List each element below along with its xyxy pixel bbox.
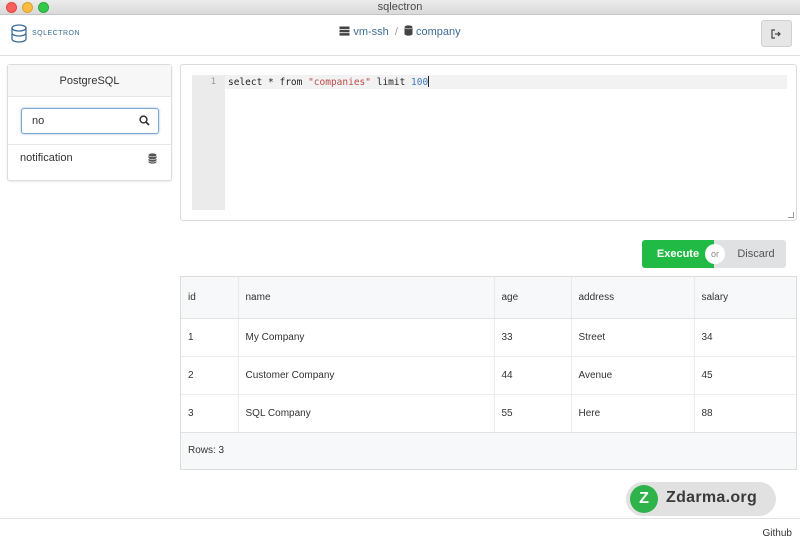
disconnect-button[interactable]: [761, 20, 792, 47]
table-cell: 34: [694, 318, 796, 357]
table-row[interactable]: 3 SQL Company 55 Here 88: [181, 394, 796, 433]
table-cell: 2: [181, 356, 239, 395]
sidebar-title: PostgreSQL: [8, 65, 171, 97]
breadcrumb-separator: /: [394, 26, 398, 38]
breadcrumb-server[interactable]: vm-ssh: [339, 26, 392, 38]
breadcrumb-database-label: company: [416, 26, 461, 38]
table-cell: Avenue: [571, 356, 695, 395]
table-cell: My Company: [238, 318, 495, 357]
github-link[interactable]: Github: [763, 528, 792, 539]
table-cell: 45: [694, 356, 796, 395]
sidebar-item-notification[interactable]: notification: [20, 152, 159, 168]
watermark: Z Zdarma.org: [626, 482, 776, 516]
query-actions: Execute or Discard: [642, 240, 786, 268]
table-cell: 88: [694, 394, 796, 433]
or-separator: or: [705, 244, 725, 264]
database-icon: [148, 153, 157, 164]
window-titlebar: sqlectron: [0, 0, 800, 15]
table-cell: 1: [181, 318, 239, 357]
table-cell: 3: [181, 394, 239, 433]
results-table: id name age address salary 1 My Company …: [180, 276, 797, 470]
search-input[interactable]: [22, 109, 132, 133]
table-cell: SQL Company: [238, 394, 495, 433]
query-keyword: select * from: [228, 77, 309, 88]
execute-button[interactable]: Execute: [642, 240, 714, 268]
database-icon: [404, 25, 413, 36]
breadcrumb-server-label: vm-ssh: [353, 26, 389, 38]
row-count: Rows: 3: [181, 432, 796, 469]
database-sidebar: PostgreSQL notification: [7, 64, 172, 181]
server-icon: [339, 26, 350, 36]
search-box: [21, 108, 159, 134]
column-header-salary[interactable]: salary: [694, 277, 796, 319]
search-icon[interactable]: [139, 115, 150, 126]
breadcrumb: vm-ssh / company: [0, 25, 800, 38]
query-text[interactable]: select * from "companies" limit 100: [228, 76, 430, 88]
column-header-age[interactable]: age: [494, 277, 572, 319]
table-row[interactable]: 1 My Company 33 Street 34: [181, 318, 796, 357]
table-header-row: id name age address salary: [181, 277, 796, 319]
resize-handle[interactable]: [788, 212, 794, 218]
table-row[interactable]: 2 Customer Company 44 Avenue 45: [181, 356, 796, 395]
status-bar: Github: [0, 518, 800, 545]
column-header-address[interactable]: address: [571, 277, 695, 319]
text-cursor: [428, 76, 430, 87]
column-header-name[interactable]: name: [238, 277, 495, 319]
window-title: sqlectron: [377, 1, 423, 13]
app-header: SQLECTRON vm-ssh / company: [0, 15, 800, 56]
query-number: 100: [411, 77, 429, 88]
table-cell: 55: [494, 394, 572, 433]
column-header-id[interactable]: id: [181, 277, 239, 319]
query-limit: limit: [371, 77, 412, 88]
sign-out-icon: [771, 28, 781, 39]
editor-gutter: 1: [192, 75, 225, 210]
table-cell: Customer Company: [238, 356, 495, 395]
query-editor[interactable]: 1 select * from "companies" limit 100: [180, 64, 797, 221]
watermark-text: Zdarma.org: [666, 489, 758, 506]
breadcrumb-database[interactable]: company: [404, 25, 461, 38]
table-cell: Here: [571, 394, 695, 433]
sidebar-item-label: notification: [20, 152, 73, 164]
watermark-logo-icon: Z: [630, 485, 658, 513]
table-cell: 33: [494, 318, 572, 357]
line-number: 1: [210, 77, 216, 87]
query-string: "companies": [308, 77, 371, 88]
table-cell: 44: [494, 356, 572, 395]
sidebar-divider: [8, 144, 171, 145]
table-cell: Street: [571, 318, 695, 357]
